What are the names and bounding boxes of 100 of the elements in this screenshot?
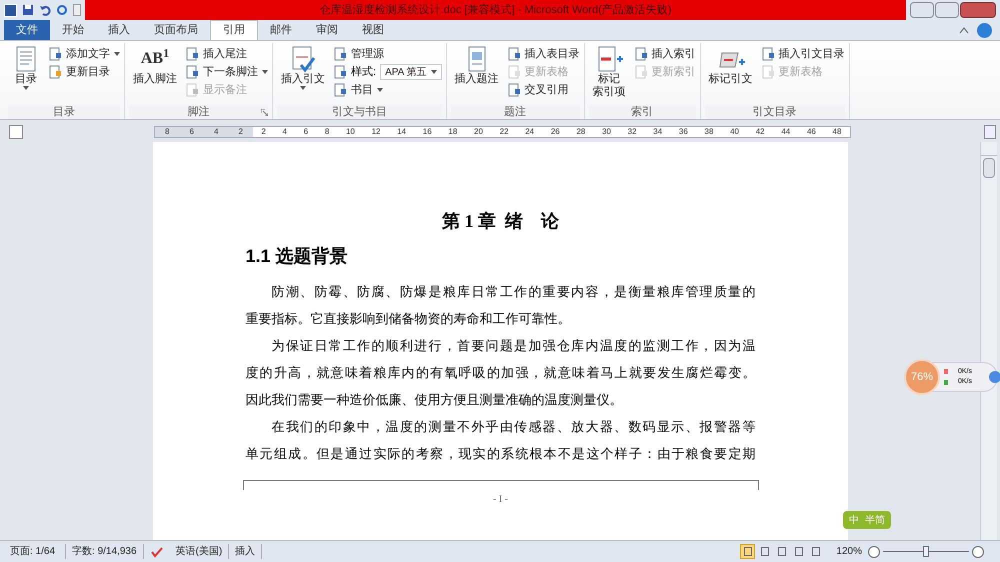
zoom-slider-thumb[interactable] [923,546,929,557]
ruler-number: 2 [238,126,243,138]
ruler-number: 44 [781,126,790,138]
caret-icon [430,70,437,74]
ribbon-large-button[interactable]: 插入引文 [277,43,329,90]
dialog-launcher-icon[interactable] [261,108,268,116]
page-count[interactable]: 页面: 1/64 [0,544,66,559]
button-label: 插入脚注 [133,73,177,86]
view-mode-button[interactable] [740,544,756,559]
redo-icon[interactable] [56,4,68,16]
ruler-number: 10 [346,126,355,138]
group-label: 目录 [53,104,75,120]
ruler-number: 48 [832,126,842,138]
ruler-number: 36 [678,126,688,138]
ribbon-small-button[interactable]: 添加文字 [48,45,120,63]
ribbon-large-button[interactable]: 标记引文 [704,43,757,86]
undo-icon[interactable] [39,4,51,16]
ruler-number: 26 [550,126,560,138]
ribbon-large-button[interactable]: 标记 索引项 [588,43,630,99]
minimize-button[interactable] [910,2,934,18]
save-icon[interactable] [22,4,34,16]
ribbon-tab[interactable]: 邮件 [258,20,304,40]
ribbon-tab[interactable]: 页面布局 [142,20,210,40]
help-icon[interactable] [977,23,992,38]
zoom-in-button[interactable] [972,546,984,558]
button-label: 插入题注 [454,73,499,86]
caret-icon [377,88,383,92]
ribbon-large-button[interactable]: 目录 [8,43,44,90]
group-label: 题注 [504,104,526,120]
collapse-ribbon-icon[interactable] [959,26,969,34]
document-icon [48,47,62,61]
chapter-heading: 第 1 章 绪 论 [442,210,559,233]
ruler-number: 32 [628,126,637,138]
ribbon-small-button[interactable]: 交叉引用 [506,81,580,99]
ruler-number: 4 [214,126,218,138]
document-icon [634,47,648,61]
caret-icon [300,86,306,90]
ruler-number: 30 [602,126,611,138]
ribbon-large-button[interactable]: 插入题注 [450,43,503,86]
ruler-number: 40 [730,126,740,138]
document-icon [185,83,199,97]
ruler-number: 20 [474,126,483,138]
proofing-icon[interactable] [150,546,164,558]
ribbon-tab[interactable]: 引用 [210,20,258,40]
ruler-number: 12 [372,126,380,138]
ruler-number: 22 [500,126,509,138]
ribbon-small-button[interactable]: 管理源 [333,45,442,63]
document-icon [185,47,199,61]
ruler-number: 18 [448,126,458,138]
add-icon[interactable] [989,371,1000,383]
maximize-button[interactable] [935,2,959,18]
word-logo-icon[interactable] [4,4,17,16]
ruler-number: 34 [653,126,662,138]
group-label: 脚注 [188,104,210,120]
vertical-scrollbar[interactable] [980,142,997,540]
paragraph-line: 单元组成。但是通过实际的考察，现实的系统根本不是这个样子：由于粮食要定期 [246,445,756,463]
style-label: 样式: [351,64,376,80]
zoom-slider[interactable] [883,546,969,558]
ribbon-large-button[interactable]: AB$^{1}$ 插入脚注 [129,43,181,86]
word-count[interactable]: 字数: 9/14,936 [66,544,144,559]
style-dropdown[interactable]: APA 第五 [380,64,442,80]
ruler-number: 14 [397,126,406,138]
document-icon [333,83,347,97]
customize-toolbar-icon[interactable] [73,4,81,16]
paragraph-line: 度的升高，就意味着粮库内的有氧呼吸的加强，就意味着马上就要发生腐烂霉变。 [246,364,756,382]
paragraph-line: 重要指标。它直接影响到储备物资的寿命和工作可靠性。 [246,310,572,328]
ribbon-tab[interactable]: 审阅 [304,20,350,40]
button-label: 插入引文 [281,73,325,86]
zoom-out-button[interactable] [868,546,880,558]
tab-selector-icon[interactable] [9,125,23,139]
button-label: 标记 [598,73,620,86]
document-icon [333,47,347,61]
ribbon-small-button[interactable]: 插入索引 [634,45,696,63]
close-button[interactable] [960,2,996,18]
button-label: 目录 [15,73,37,86]
scrollbar-thumb[interactable] [983,158,995,178]
ribbon-small-button[interactable]: 书目 [333,81,442,99]
document-icon [760,47,775,61]
language-indicator[interactable]: 英语(美国) [170,544,230,559]
update-icon [48,65,62,79]
ruler-number: 8 [165,126,170,138]
update-icon [760,65,775,79]
insert-mode[interactable]: 插入 [229,544,262,559]
ribbon-tab[interactable]: 视图 [350,20,396,40]
ribbon-small-button[interactable]: 插入尾注 [185,45,268,63]
ruler-number: 42 [756,126,765,138]
ribbon-small-button[interactable]: 插入表目录 [506,45,580,63]
file-tab[interactable]: 文件 [4,20,50,40]
ribbon-tab[interactable]: 开始 [50,20,96,40]
ribbon-small-button[interactable]: 下一条脚注 [185,63,268,81]
ruler-number: 38 [704,126,714,138]
ribbon-small-button[interactable]: 更新目录 [48,63,120,81]
caret-icon [23,86,29,90]
group-label: 引文目录 [752,104,797,120]
zoom-level[interactable]: 120% [836,544,862,559]
ruler-number: 2 [261,126,266,138]
ribbon-small-button[interactable]: 插入引文目录 [760,45,845,63]
ruler-number: 16 [422,126,432,138]
ribbon-tab[interactable]: 插入 [96,20,142,40]
view-ruler-icon[interactable] [984,125,996,139]
